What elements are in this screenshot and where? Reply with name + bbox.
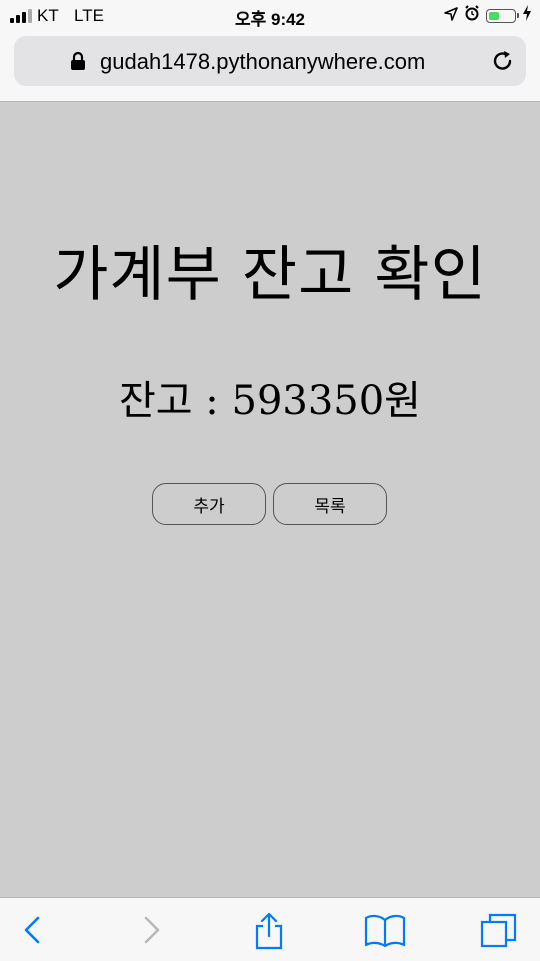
forward-icon[interactable] (140, 912, 164, 952)
battery-icon (486, 8, 519, 23)
add-button[interactable]: 추가 (152, 483, 266, 525)
reload-icon[interactable] (490, 48, 516, 78)
charging-icon (522, 5, 532, 26)
status-icons (444, 5, 532, 26)
url-field[interactable]: gudah1478.pythonanywhere.com (14, 36, 526, 86)
status-bar: KT LTE 오후 9:42 (0, 0, 540, 32)
browser-toolbar (0, 897, 540, 961)
back-icon[interactable] (20, 912, 44, 952)
page-title: 가계부 잔고 확인 (53, 240, 487, 310)
browser-address-bar: gudah1478.pythonanywhere.com (0, 32, 540, 102)
bookmarks-icon[interactable] (364, 912, 406, 952)
tabs-icon[interactable] (480, 912, 518, 954)
lock-icon (70, 51, 86, 75)
share-icon[interactable] (252, 912, 286, 954)
location-icon (444, 6, 458, 26)
balance-text: 잔고 : 593350원 (118, 378, 421, 424)
page-content: 가계부 잔고 확인 잔고 : 593350원 추가 목록 (0, 102, 540, 897)
list-button[interactable]: 목록 (273, 483, 387, 525)
alarm-icon (464, 5, 480, 26)
url-text[interactable]: gudah1478.pythonanywhere.com (100, 49, 425, 75)
